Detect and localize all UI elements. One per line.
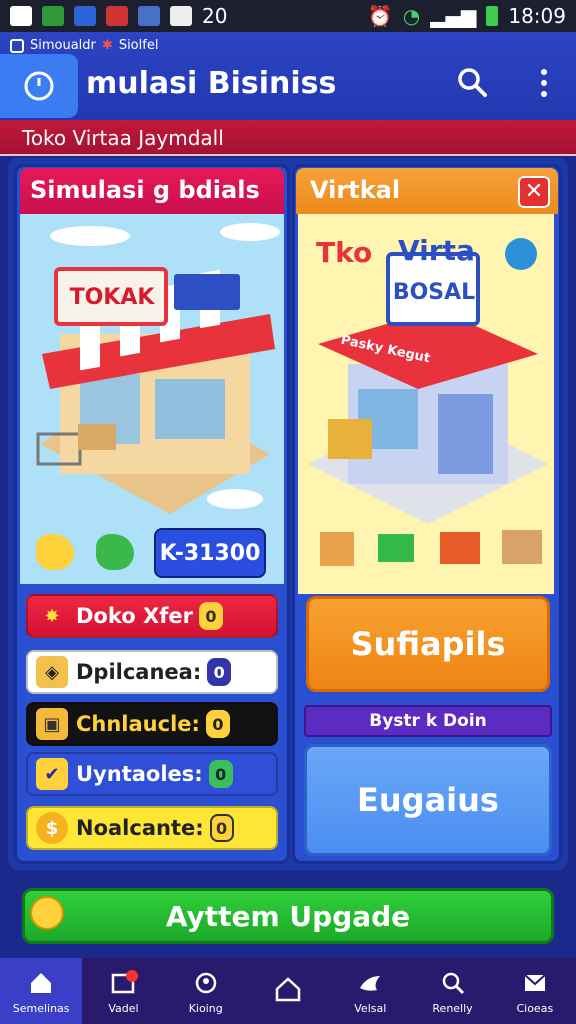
search-icon bbox=[438, 968, 468, 998]
stat-row[interactable]: ✔ Uyntaoles: 0 bbox=[26, 752, 278, 796]
nav-label: Renelly bbox=[432, 1001, 473, 1015]
dot bbox=[541, 79, 547, 86]
dot bbox=[541, 91, 547, 98]
stat-badge: 0 bbox=[205, 710, 230, 738]
nav-label: Vadel bbox=[108, 1001, 139, 1015]
alarm-icon: ⏰ bbox=[367, 4, 393, 28]
stat-label: Uyntaoles: bbox=[76, 762, 203, 786]
pen-icon bbox=[74, 6, 96, 26]
app-logo-button[interactable] bbox=[0, 54, 78, 118]
chart-icon bbox=[42, 6, 64, 26]
coin-icon: $ bbox=[36, 812, 68, 844]
clock-time: 18:09 bbox=[508, 4, 566, 28]
bird-icon bbox=[355, 968, 385, 998]
close-icon: ✕ bbox=[524, 179, 544, 204]
location-icon bbox=[191, 968, 221, 998]
box-icon: ▣ bbox=[36, 708, 68, 740]
signal-icon: ▂▄▆ bbox=[430, 4, 477, 28]
stat-row[interactable]: ✸ Doko Xfer 0 bbox=[26, 594, 278, 638]
stat-row[interactable]: $ Noalcante: 0 bbox=[26, 806, 278, 850]
dot bbox=[541, 68, 547, 75]
timer-icon bbox=[24, 71, 54, 101]
stat-label: Doko Xfer bbox=[76, 604, 193, 628]
stat-badge: 0 bbox=[198, 602, 223, 630]
badge-icon: ◈ bbox=[36, 656, 68, 688]
nav-item-cioeas[interactable]: Cioeas bbox=[494, 958, 576, 1024]
nav-item-vadel[interactable]: Vadel bbox=[82, 958, 164, 1024]
notification-icon bbox=[10, 6, 32, 26]
nav-label: Semelinas bbox=[12, 1001, 70, 1015]
coin-icon bbox=[30, 896, 64, 930]
close-button[interactable]: ✕ bbox=[518, 176, 550, 208]
kiosk-illustration bbox=[308, 238, 548, 566]
mail-icon bbox=[520, 968, 550, 998]
app-title: mulasi Bisiniss bbox=[86, 66, 337, 101]
stat-label: Chnlaucle: bbox=[76, 712, 200, 736]
green-star-badge bbox=[96, 534, 134, 570]
check-icon: ✔ bbox=[36, 758, 68, 790]
nav-label: Cioeas bbox=[516, 1001, 554, 1015]
stat-badge: 0 bbox=[208, 760, 233, 788]
nav-label: Kioing bbox=[188, 1001, 223, 1015]
photo-icon bbox=[170, 6, 192, 26]
section-label: Bystr k Doin bbox=[304, 705, 552, 737]
stat-row[interactable]: ▣ Chnlaucle: 0 bbox=[26, 702, 278, 746]
flower-icon: ✱ bbox=[101, 38, 113, 53]
more-menu-button[interactable] bbox=[532, 66, 556, 100]
gold-star-badge bbox=[36, 534, 74, 570]
app-icon bbox=[106, 6, 128, 26]
banner-text: Toko Virtaa Jaymdall bbox=[22, 126, 224, 150]
scene-word-2: Virta bbox=[398, 234, 475, 267]
nav-item-home[interactable]: Semelinas bbox=[0, 958, 83, 1024]
stat-badge: 0 bbox=[209, 814, 234, 842]
menu-small-icon bbox=[10, 38, 24, 53]
status-bar: 20 ⏰ ◔ ▂▄▆ 18:09 bbox=[0, 0, 576, 32]
equip-button[interactable]: Eugaius bbox=[304, 744, 552, 856]
nav-item-velsal[interactable]: Velsal bbox=[329, 958, 411, 1024]
wifi-icon: ◔ bbox=[402, 4, 421, 28]
nav-item-renelly[interactable]: Renelly bbox=[411, 958, 493, 1024]
subtitle-text: Simoualdr bbox=[30, 38, 96, 53]
search-icon bbox=[458, 68, 487, 97]
stat-badge: 0 bbox=[207, 658, 232, 686]
burst-icon: ✸ bbox=[44, 605, 60, 627]
bottom-nav: Semelinas Vadel Kioing Velsal Renelly Ci… bbox=[0, 958, 576, 1024]
house-icon bbox=[273, 974, 303, 1004]
supplies-button[interactable]: Sufiapils bbox=[306, 596, 550, 692]
status-extra: 20 bbox=[202, 4, 228, 28]
stat-label: Noalcante: bbox=[76, 816, 204, 840]
image-icon bbox=[138, 6, 160, 26]
search-button[interactable] bbox=[456, 66, 488, 98]
stat-label: Dpilcanea: bbox=[76, 660, 202, 684]
store-sign: TOKAK bbox=[69, 284, 155, 310]
battery-icon bbox=[486, 6, 499, 26]
nav-label: Velsal bbox=[354, 1001, 387, 1015]
coin-counter[interactable]: K-31300 bbox=[154, 528, 266, 578]
right-store-scene: Tko Virta BOSAL Pasky Kegut bbox=[298, 214, 554, 594]
stat-row[interactable]: ◈ Dpilcanea: 0 bbox=[26, 650, 278, 694]
left-panel-title: Simulasi g bdials bbox=[20, 168, 284, 214]
app-subtitle: Simoualdr ✱ Siolfel bbox=[10, 38, 158, 53]
store-sign: BOSAL bbox=[392, 279, 476, 305]
scene-word-1: Tko bbox=[316, 236, 373, 269]
nav-item-kioing[interactable]: Kioing bbox=[165, 958, 247, 1024]
nav-item-house[interactable] bbox=[247, 958, 329, 1024]
upgrade-button[interactable]: Ayttem Upgade bbox=[22, 888, 554, 944]
subtitle-text-2: Siolfel bbox=[118, 38, 159, 53]
home-icon bbox=[26, 968, 56, 998]
